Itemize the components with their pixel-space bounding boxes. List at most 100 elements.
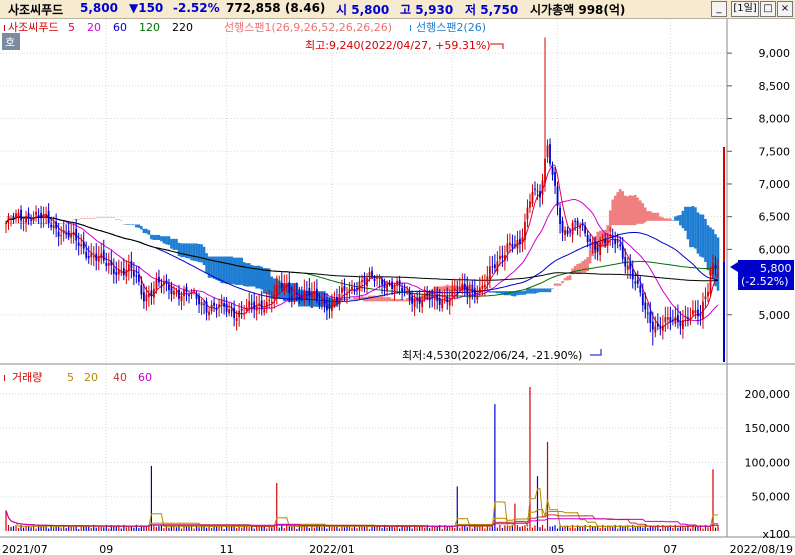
candle-body [60, 235, 63, 237]
candle-body [268, 299, 271, 301]
cloud-segment [390, 298, 394, 302]
legend-span2[interactable]: 선행스팬2(26) [416, 21, 486, 34]
legend-ma220[interactable]: 220 [172, 21, 193, 34]
candle-body [378, 277, 381, 279]
cloud-segment [152, 234, 156, 241]
candle-body [112, 268, 115, 274]
period-selector[interactable]: [1일] [731, 1, 759, 17]
cloud-segment [165, 236, 168, 245]
cloud-segment [626, 196, 630, 226]
close-icon[interactable]: × [777, 1, 793, 17]
minimize-icon[interactable]: _ [711, 1, 727, 17]
cloud-segment [631, 195, 635, 226]
vol-legend-ma60[interactable]: 60 [138, 371, 152, 384]
cloud-segment [225, 256, 228, 284]
candle-body [358, 281, 361, 292]
volume-tick-label: 100,000 [745, 456, 791, 469]
current-price-tag-value: 5,800 [760, 262, 792, 275]
candle-body [443, 298, 446, 300]
vol-legend-ma40[interactable]: 40 [113, 371, 127, 384]
candle-body [235, 317, 238, 321]
candle-body [699, 314, 702, 316]
candle-body [526, 207, 529, 220]
candle-body [534, 188, 536, 190]
candle-body [20, 209, 22, 221]
cloud-segment [132, 224, 136, 226]
candle-body [326, 306, 328, 311]
candle-body [599, 242, 602, 256]
candle-body [471, 290, 474, 292]
cloud-segment [664, 218, 667, 221]
candle-body [524, 221, 526, 241]
candle-body [403, 288, 406, 291]
candle-body [361, 280, 363, 282]
candle-body [493, 264, 496, 269]
candle-body [408, 292, 411, 300]
candle-body [661, 325, 664, 331]
candle-body [175, 292, 178, 294]
legend-marker: ı [3, 371, 6, 384]
candle-body [55, 221, 58, 229]
cloud-segment [205, 253, 208, 274]
candle-body [478, 287, 481, 293]
vol-legend-volume[interactable]: 거래량 [12, 371, 42, 384]
volume-tick-label: 50,000 [752, 491, 791, 504]
candle-body [519, 239, 521, 245]
legend-ma5[interactable]: 5 [68, 21, 75, 34]
cloud-segment [127, 224, 131, 225]
candle-body [240, 309, 243, 311]
price-tick-label: 8,000 [759, 113, 791, 126]
candle-body [556, 186, 559, 206]
cloud-segment [142, 228, 146, 234]
legend-ma120[interactable]: 120 [139, 21, 160, 34]
cloud-segment [160, 236, 163, 242]
candle-body [263, 309, 266, 313]
candle-body [674, 316, 677, 324]
candle-body [564, 230, 566, 236]
candle-body [541, 180, 544, 195]
legend-ma60[interactable]: 60 [113, 21, 127, 34]
legend-span1[interactable]: 선행스팬1(26,9,26,52,26,26,26) [224, 21, 392, 34]
candle-body [591, 242, 594, 245]
vol-legend-ma5[interactable]: 5 [67, 371, 74, 384]
cloud-segment [175, 238, 178, 250]
candle-body [183, 289, 185, 297]
time-tick-label: 09 [99, 543, 113, 555]
cloud-segment [646, 211, 650, 221]
cloud-segment [694, 207, 697, 249]
candle-body [676, 314, 679, 323]
candle-body [92, 256, 95, 258]
candle-body [504, 255, 506, 261]
candle-body [258, 303, 261, 306]
vol-legend-ma20[interactable]: 20 [84, 371, 98, 384]
cloud-segment [636, 197, 640, 224]
cloud-segment [182, 243, 186, 258]
cloud-segment [79, 218, 83, 219]
candle-body [115, 271, 118, 275]
cloud-segment [227, 256, 231, 284]
stock-name[interactable]: 사조씨푸드 [8, 1, 63, 18]
cloud-segment [681, 210, 685, 229]
cloud-segment [240, 257, 243, 285]
maximize-icon[interactable]: □ [760, 1, 776, 17]
candle-body [305, 291, 308, 293]
cloud-segment [212, 256, 216, 279]
cloud-segment [671, 220, 675, 222]
stock-chart[interactable]: 호 사조씨푸드 5 20 60 120 220 선행스팬1(26,9,26,52… [0, 19, 795, 555]
candle-body [539, 191, 541, 198]
cloud-segment [242, 262, 246, 287]
legend-marker: ı [3, 21, 6, 34]
candle-body [328, 307, 331, 310]
legend-ma20[interactable]: 20 [87, 21, 101, 34]
candle-body [458, 287, 461, 289]
candle-body [511, 243, 514, 248]
cloud-segment [659, 216, 662, 221]
candle-body [285, 284, 288, 286]
candle-body [461, 283, 464, 290]
candle-body [654, 326, 657, 333]
low-annotation: 최저:4,530(2022/06/24, -21.90%) [402, 349, 582, 362]
candle-body [288, 282, 291, 294]
legend-stock[interactable]: 사조씨푸드 [8, 21, 59, 34]
time-tick-label: 07 [663, 543, 677, 555]
candle-body [195, 293, 198, 299]
